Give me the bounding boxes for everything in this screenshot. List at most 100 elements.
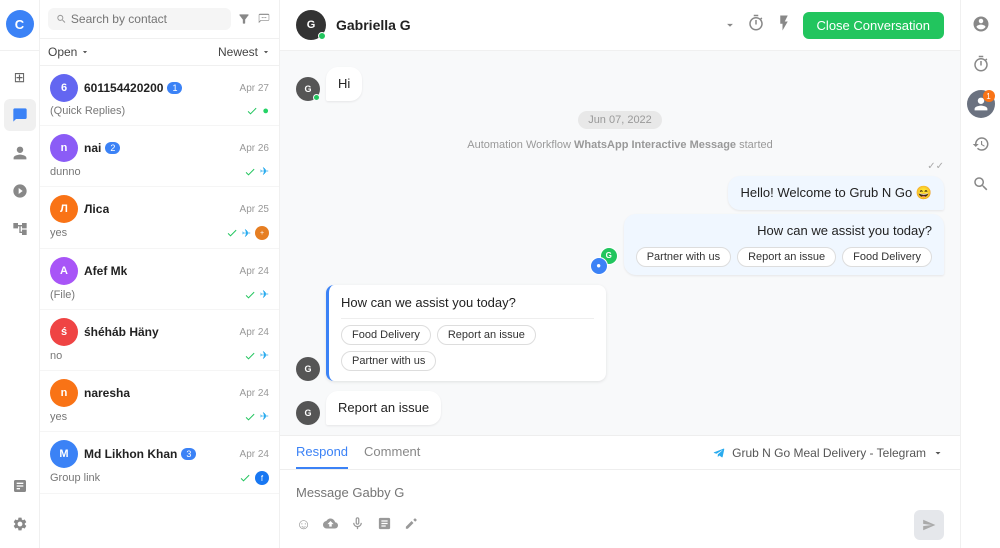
conversation-item[interactable]: Л Ліса Apr 25 yes ✈ +: [40, 187, 279, 249]
search-icon[interactable]: [965, 168, 997, 200]
interactive-question: How can we assist you today?: [341, 295, 594, 310]
conversation-item[interactable]: n nai 2 Apr 26 dunno ✈: [40, 126, 279, 187]
conv-preview: yes: [50, 411, 67, 423]
timer-icon[interactable]: [965, 48, 997, 80]
whatsapp-channel-icon: ●: [262, 105, 269, 117]
conv-avatar: M: [50, 440, 78, 468]
filter-controls: Open Newest: [40, 39, 279, 66]
checkmark-icon: [226, 227, 238, 239]
search-input[interactable]: [71, 12, 223, 26]
conversation-item[interactable]: M Md Likhon Khan 3 Apr 24 Group link f: [40, 432, 279, 494]
conversation-item[interactable]: A Afef Mk Apr 24 (File) ✈: [40, 249, 279, 310]
history-icon[interactable]: [965, 128, 997, 160]
conv-avatar: A: [50, 257, 78, 285]
upload-icon[interactable]: [323, 516, 338, 535]
option-report-issue[interactable]: Report an issue: [437, 325, 536, 345]
conv-name: 601154420200: [84, 81, 163, 95]
outgoing-messages: ✓✓ Hello! Welcome to Grub N Go 😄 How can…: [624, 161, 944, 274]
quick-reply-report[interactable]: Report an issue: [737, 247, 836, 267]
org-icon[interactable]: [4, 213, 36, 245]
grid-icon[interactable]: ⊞: [4, 61, 36, 93]
telegram-channel-icon: ✈: [260, 410, 269, 423]
contact-avatar: G: [296, 10, 326, 40]
conv-preview: (Quick Replies): [50, 105, 125, 117]
chat-input-area: ☺: [280, 470, 960, 548]
conversation-item[interactable]: n naresha Apr 24 yes ✈: [40, 371, 279, 432]
chat-area: G Gabriella G Close Conversation G Hi Ju…: [280, 0, 960, 548]
conv-badge: 3: [181, 448, 196, 460]
filter-icon[interactable]: [237, 12, 251, 26]
agent-avatar-2: ●: [590, 257, 608, 275]
audio-icon[interactable]: [350, 516, 365, 535]
conv-preview: dunno: [50, 166, 81, 178]
conv-name: Md Likhon Khan: [84, 447, 177, 461]
sender-avatar: G: [296, 401, 320, 425]
conv-preview: yes: [50, 227, 67, 239]
conv-name: śhéháb Häny: [84, 325, 159, 339]
signature-icon[interactable]: [404, 516, 419, 535]
user-avatar-right[interactable]: 1: [965, 88, 997, 120]
chat-icon[interactable]: [4, 99, 36, 131]
message-input[interactable]: [296, 478, 944, 506]
conversation-item[interactable]: 6 601154420200 1 Apr 27 (Quick Replies) …: [40, 66, 279, 126]
tab-comment[interactable]: Comment: [364, 436, 420, 469]
telegram-channel-icon: ✈: [242, 227, 251, 240]
chevron-down-icon[interactable]: [723, 18, 737, 32]
telegram-channel-icon: ✈: [260, 288, 269, 301]
contacts-icon[interactable]: [4, 137, 36, 169]
user-avatar-icon[interactable]: C: [4, 8, 36, 40]
new-conversation-icon[interactable]: [257, 12, 271, 26]
message-bubble: How can we assist you today? Partner wit…: [624, 214, 944, 274]
telegram-channel-icon: ✈: [260, 165, 269, 178]
close-conversation-button[interactable]: Close Conversation: [803, 12, 944, 39]
campaigns-icon[interactable]: [4, 175, 36, 207]
emoji-icon[interactable]: ☺: [296, 516, 311, 535]
message-bubble: Report an issue: [326, 391, 441, 425]
lightning-icon[interactable]: [775, 14, 793, 37]
tab-group: Respond Comment: [296, 436, 420, 469]
timer-icon[interactable]: [747, 14, 765, 37]
extra-avatar: +: [255, 226, 269, 240]
interactive-message: How can we assist you today? Food Delive…: [326, 285, 606, 381]
newest-sort[interactable]: Newest: [218, 45, 271, 59]
quick-reply-food[interactable]: Food Delivery: [842, 247, 932, 267]
conv-name: Afef Mk: [84, 264, 127, 278]
agent-avatar-stack: G ●: [590, 247, 618, 275]
search-box[interactable]: [48, 8, 231, 30]
chat-footer: Respond Comment Grub N Go Meal Delivery …: [280, 435, 960, 548]
channel-selector[interactable]: Grub N Go Meal Delivery - Telegram: [712, 446, 944, 460]
option-partner[interactable]: Partner with us: [341, 351, 436, 371]
conv-name: nai: [84, 141, 101, 155]
message-bubble: Hello! Welcome to Grub N Go 😄: [728, 176, 944, 210]
conv-date: Apr 24: [240, 449, 269, 460]
conv-date: Apr 27: [240, 83, 269, 94]
send-button[interactable]: [914, 510, 944, 540]
option-food-delivery[interactable]: Food Delivery: [341, 325, 431, 345]
conv-preview: no: [50, 350, 62, 362]
conv-date: Apr 24: [240, 327, 269, 338]
conversations-panel: Open Newest 6 601154420200 1 Apr 27 (Qui…: [40, 0, 280, 548]
input-icons: ☺: [296, 516, 419, 535]
conv-date: Apr 24: [240, 266, 269, 277]
online-status: [318, 32, 326, 40]
open-filter[interactable]: Open: [48, 45, 90, 59]
template-icon[interactable]: [377, 516, 392, 535]
messenger-channel-icon: f: [255, 471, 269, 485]
message-row: G Hi: [296, 67, 944, 101]
conversation-item[interactable]: ś śhéháb Häny Apr 24 no ✈: [40, 310, 279, 371]
date-divider: Jun 07, 2022: [578, 111, 662, 129]
checkmark-icon: [246, 105, 258, 117]
contact-details-icon[interactable]: [965, 8, 997, 40]
conv-preview: Group link: [50, 472, 100, 484]
sidebar-nav: C ⊞: [0, 0, 40, 548]
conversations-header: [40, 0, 279, 39]
tab-respond[interactable]: Respond: [296, 436, 348, 469]
conversations-list: 6 601154420200 1 Apr 27 (Quick Replies) …: [40, 66, 279, 548]
conv-date: Apr 24: [240, 388, 269, 399]
conv-avatar: Л: [50, 195, 78, 223]
quick-reply-partner[interactable]: Partner with us: [636, 247, 731, 267]
conv-avatar: n: [50, 379, 78, 407]
input-toolbar: ☺: [296, 506, 944, 540]
reports-icon[interactable]: [4, 470, 36, 502]
settings-icon[interactable]: [4, 508, 36, 540]
